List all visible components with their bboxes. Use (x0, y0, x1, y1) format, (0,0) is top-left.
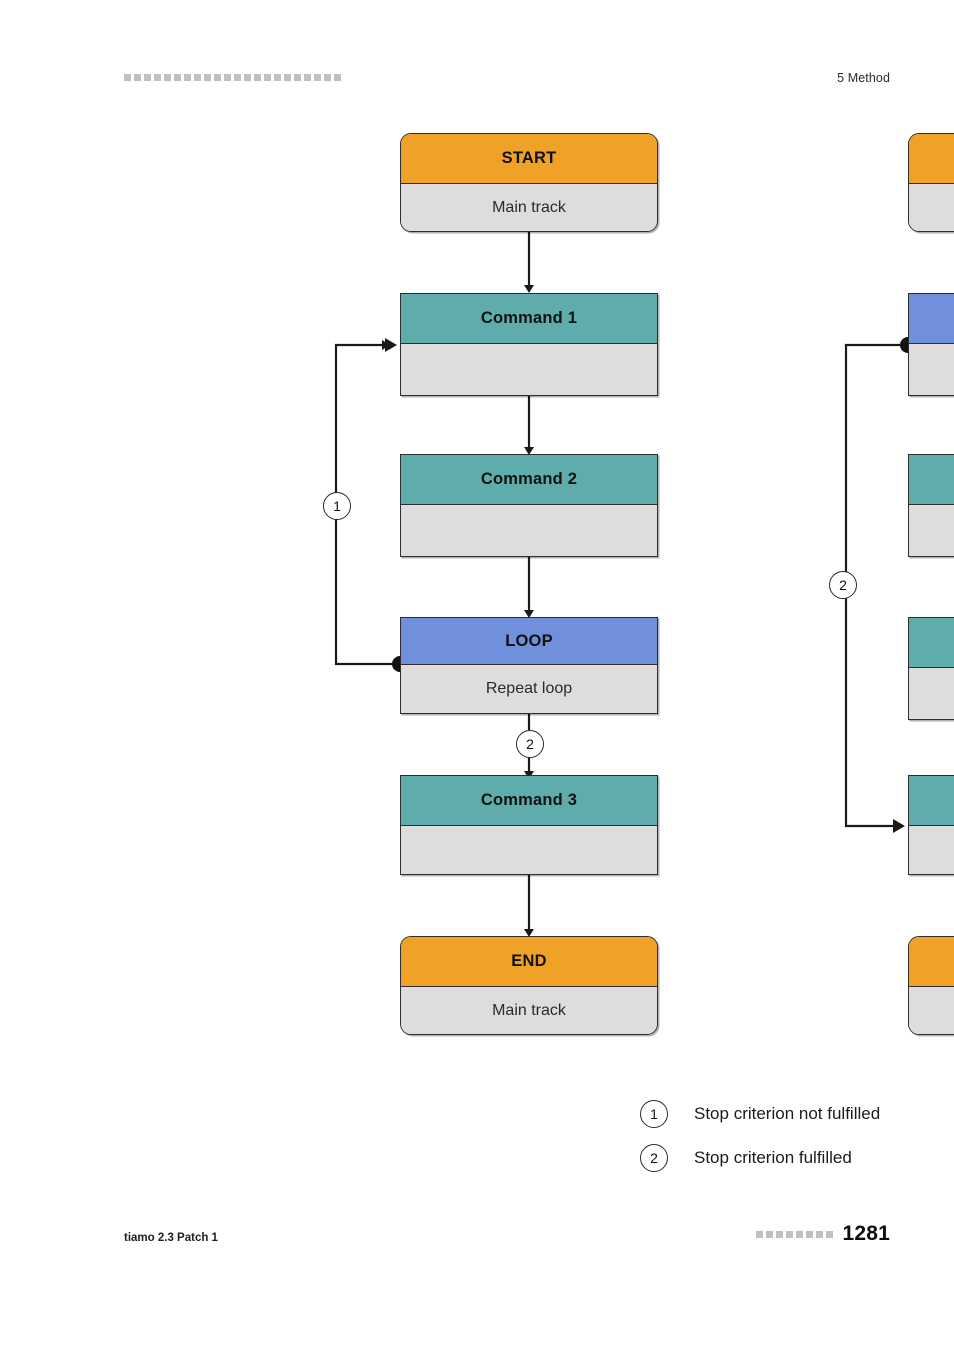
secondary-node-end-title (909, 937, 954, 987)
flow-node-command2[interactable]: Command 2 (400, 454, 658, 557)
flow-node-command3-title: Command 3 (401, 776, 657, 826)
legend-item-2: 2 Stop criterion fulfilled (640, 1136, 880, 1180)
secondary-node-loop-body (909, 344, 954, 395)
secondary-node-start-body (909, 184, 954, 231)
marker-1: 1 (323, 492, 351, 520)
secondary-node-loop-title (909, 294, 954, 344)
marker-2: 2 (516, 730, 544, 758)
arrowhead-secondary-bypass (893, 819, 905, 833)
secondary-node-end[interactable] (908, 936, 954, 1035)
flow-node-command1-subtitle (401, 344, 657, 395)
flow-node-end-subtitle: Main track (401, 987, 657, 1034)
page-number: 1281 (842, 1222, 890, 1245)
page-footer: tiamo 2.3 Patch 1 1281 (0, 1220, 954, 1350)
flow-node-command3-subtitle (401, 826, 657, 874)
secondary-node-command2[interactable] (908, 617, 954, 720)
flow-node-end[interactable]: END Main track (400, 936, 658, 1035)
flow-node-command1[interactable]: Command 1 (400, 293, 658, 396)
secondary-node-start-title (909, 134, 954, 184)
footer-rule-squares (756, 1230, 834, 1238)
legend-label-1: Stop criterion not fulfilled (694, 1104, 881, 1123)
secondary-node-command3[interactable] (908, 775, 954, 875)
legend-item-1: 1 Stop criterion not fulfilled (640, 1092, 880, 1136)
secondary-node-command3-body (909, 826, 954, 874)
secondary-node-command1-title (909, 455, 954, 505)
secondary-node-loop[interactable] (908, 293, 954, 396)
flow-node-start-subtitle: Main track (401, 184, 657, 231)
flow-node-command2-title: Command 2 (401, 455, 657, 505)
legend: 1 Stop criterion not fulfilled 2 Stop cr… (640, 1092, 880, 1180)
flow-node-command2-subtitle (401, 505, 657, 556)
flow-node-command1-title: Command 1 (401, 294, 657, 344)
secondary-node-command3-title (909, 776, 954, 826)
flow-node-start-title: START (401, 134, 657, 184)
page-number-group: 1281 (756, 1222, 890, 1246)
flow-node-command3[interactable]: Command 3 (400, 775, 658, 875)
secondary-node-command1-body (909, 505, 954, 556)
legend-label-2: Stop criterion fulfilled (694, 1148, 852, 1167)
secondary-node-command2-title (909, 618, 954, 668)
flow-node-end-title: END (401, 937, 657, 987)
flow-node-loop[interactable]: LOOP Repeat loop (400, 617, 658, 714)
product-version: tiamo 2.3 Patch 1 (124, 1232, 218, 1244)
flow-node-loop-title: LOOP (401, 618, 657, 665)
secondary-node-command1[interactable] (908, 454, 954, 557)
legend-badge-1: 1 (640, 1100, 668, 1128)
secondary-node-start[interactable] (908, 133, 954, 232)
arrowhead-feedback-into-command1 (385, 338, 397, 352)
secondary-node-command2-body (909, 668, 954, 719)
flow-node-loop-subtitle: Repeat loop (401, 665, 657, 713)
legend-badge-2: 2 (640, 1144, 668, 1172)
secondary-node-end-body (909, 987, 954, 1034)
secondary-marker-2: 2 (829, 571, 857, 599)
flow-node-start[interactable]: START Main track (400, 133, 658, 232)
